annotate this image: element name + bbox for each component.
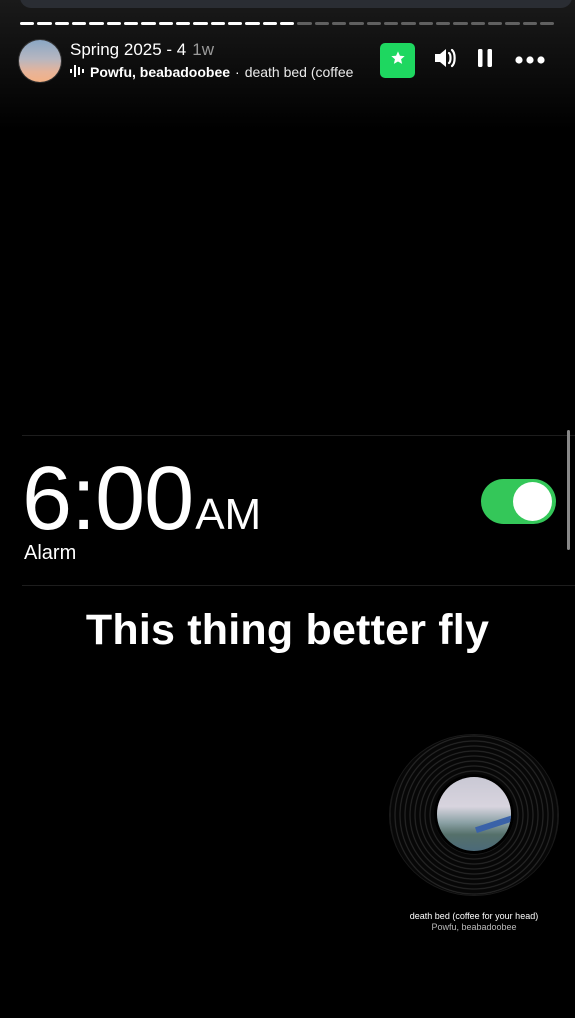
- alarm-toggle[interactable]: [481, 479, 556, 524]
- progress-segment: [279, 22, 295, 25]
- progress-segment: [314, 22, 329, 25]
- speaker-icon: [433, 47, 457, 74]
- progress-segment: [106, 22, 121, 25]
- progress-segment: [522, 22, 537, 25]
- progress-segment: [470, 22, 485, 25]
- progress-segment: [193, 22, 208, 25]
- music-track: death bed (coffee: [244, 64, 354, 80]
- star-icon: [390, 50, 406, 71]
- progress-segment: [175, 22, 191, 25]
- progress-segment: [401, 22, 416, 25]
- progress-segment: [89, 22, 104, 25]
- progress-segment: [418, 22, 433, 25]
- progress-segment: [505, 22, 520, 25]
- more-dots-icon: [515, 51, 545, 69]
- favorite-button[interactable]: [380, 43, 415, 78]
- progress-segment: [20, 22, 35, 25]
- progress-segment: [487, 22, 503, 25]
- alarm-hours: 6: [22, 449, 72, 549]
- progress-segment: [383, 22, 399, 25]
- alarm-bottom-divider: [22, 585, 575, 586]
- progress-segment: [262, 22, 277, 25]
- toggle-knob: [513, 482, 552, 521]
- music-separator: ·: [235, 64, 240, 80]
- progress-segment: [539, 22, 555, 25]
- progress-segment: [245, 22, 260, 25]
- album-art: [437, 777, 511, 851]
- progress-segment: [123, 22, 139, 25]
- story-caption: This thing better fly: [85, 606, 490, 654]
- pause-button[interactable]: [470, 45, 500, 75]
- story-progress-bar: [20, 22, 555, 25]
- scrollbar[interactable]: [567, 430, 570, 550]
- avatar[interactable]: [19, 40, 61, 82]
- progress-segment: [435, 22, 451, 25]
- story-title-row: Spring 2025 - 4 1w: [70, 40, 214, 60]
- progress-segment: [331, 22, 347, 25]
- progress-segment: [54, 22, 69, 25]
- alarm-label: Alarm: [24, 542, 77, 564]
- alarm-colon: :: [71, 449, 96, 549]
- sticker-song-title: death bed (coffee for your head): [409, 911, 539, 921]
- story-age: 1w: [192, 40, 214, 59]
- progress-segment: [141, 22, 156, 25]
- more-options-button[interactable]: [513, 45, 547, 75]
- progress-segment: [210, 22, 225, 25]
- progress-segment: [158, 22, 173, 25]
- progress-segment: [227, 22, 243, 25]
- music-artist: Powfu, beabadoobee: [90, 64, 231, 80]
- music-sticker-vinyl[interactable]: [390, 735, 558, 895]
- progress-segment: [37, 22, 52, 25]
- volume-button[interactable]: [430, 45, 460, 75]
- progress-segment: [71, 22, 87, 25]
- top-bar: [20, 0, 572, 8]
- progress-segment: [349, 22, 364, 25]
- album-art-detail: [475, 814, 511, 834]
- waveform-icon: [70, 64, 84, 80]
- alarm-top-divider: [22, 435, 575, 436]
- story-title: Spring 2025 - 4: [70, 40, 187, 59]
- alarm-minutes: 00: [95, 449, 194, 549]
- progress-segment: [366, 22, 381, 25]
- music-info[interactable]: Powfu, beabadoobee · death bed (coffee: [70, 64, 372, 80]
- alarm-ampm: AM: [195, 490, 262, 539]
- sticker-song-artist: Powfu, beabadoobee: [431, 922, 517, 932]
- progress-segment: [297, 22, 312, 25]
- pause-icon: [477, 48, 493, 73]
- alarm-time: 6:00AM: [22, 448, 261, 551]
- progress-segment: [453, 22, 468, 25]
